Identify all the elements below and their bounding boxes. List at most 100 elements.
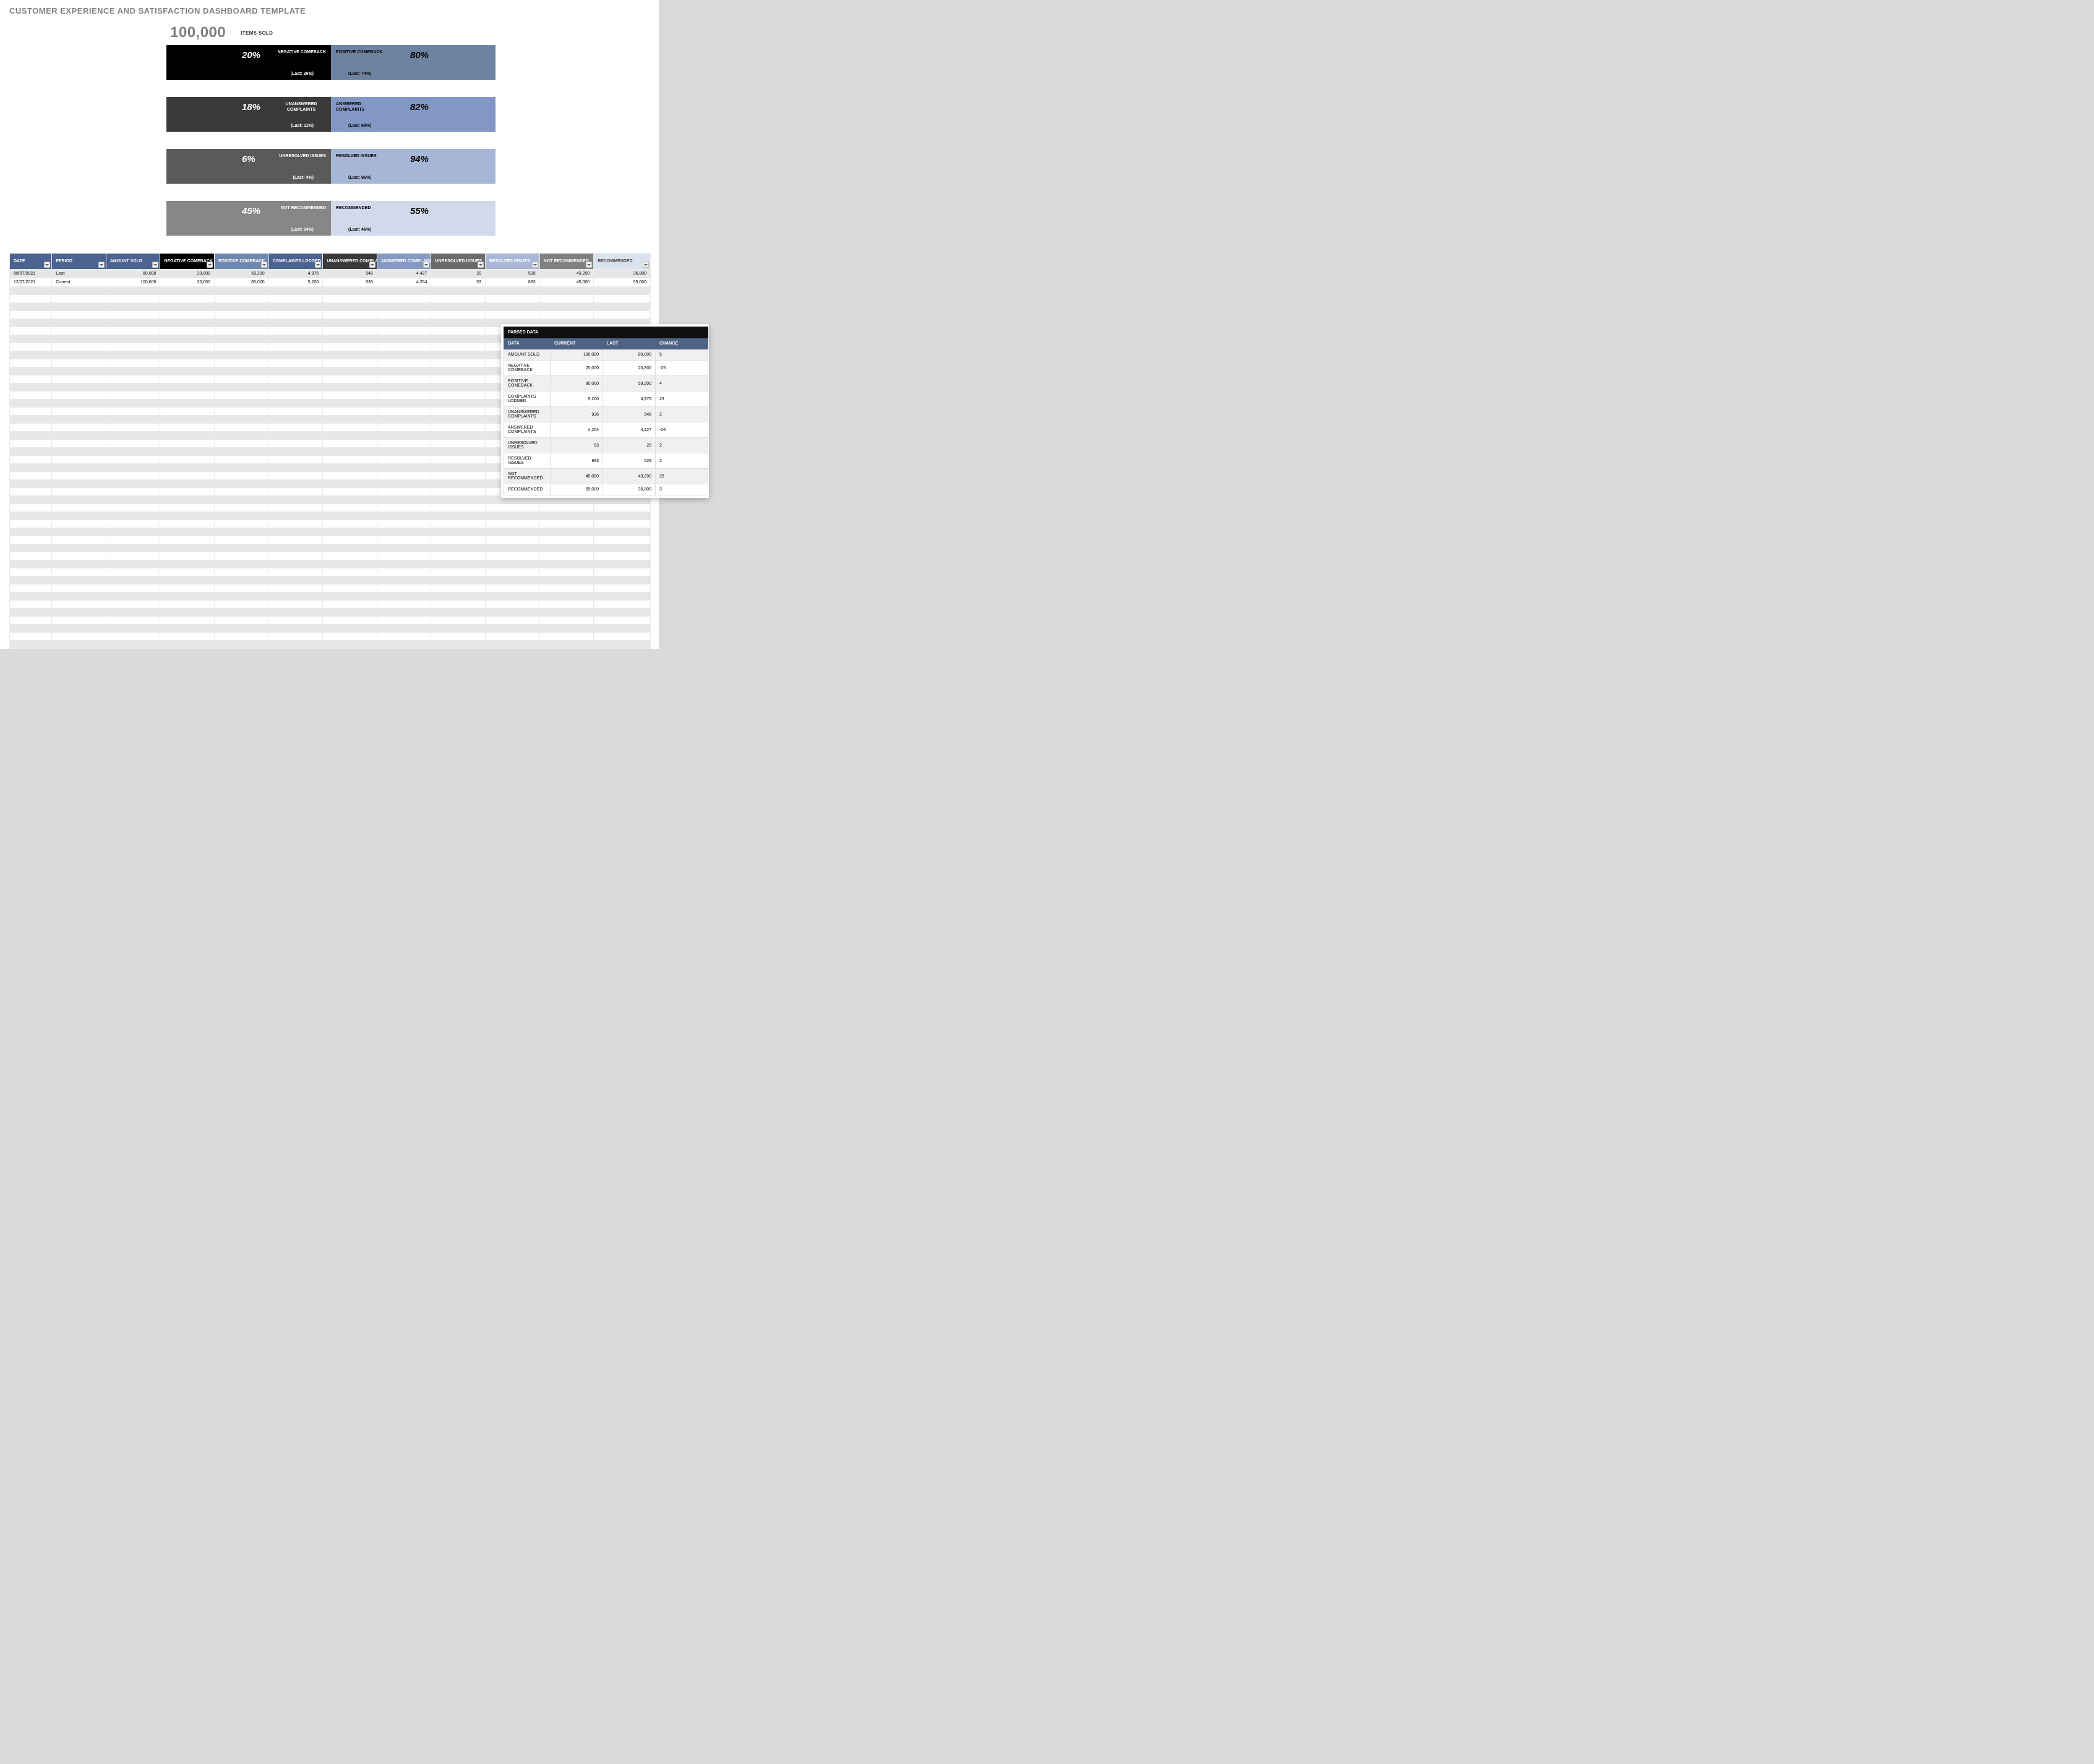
table-cell[interactable] (377, 488, 431, 496)
column-header[interactable]: DATE (10, 254, 52, 270)
table-cell[interactable] (160, 641, 215, 649)
table-cell[interactable] (377, 536, 431, 544)
table-row[interactable] (10, 593, 651, 601)
table-cell[interactable] (323, 343, 377, 351)
table-cell[interactable] (268, 432, 323, 440)
table-cell[interactable] (106, 359, 160, 367)
table-cell[interactable] (52, 536, 106, 544)
table-cell[interactable] (268, 335, 323, 343)
table-cell[interactable] (106, 383, 160, 392)
table-cell[interactable] (106, 641, 160, 649)
table-cell[interactable]: 936 (323, 278, 377, 287)
table-cell[interactable] (486, 641, 540, 649)
table-cell[interactable] (431, 584, 486, 593)
table-cell[interactable] (594, 625, 651, 633)
table-cell[interactable] (52, 528, 106, 536)
table-cell[interactable] (377, 440, 431, 448)
table-cell[interactable] (486, 287, 540, 295)
table-cell[interactable] (323, 400, 377, 408)
table-cell[interactable] (215, 576, 269, 584)
table-cell[interactable] (377, 295, 431, 303)
table-cell[interactable] (377, 392, 431, 400)
table-cell[interactable] (10, 496, 52, 504)
table-cell[interactable] (215, 400, 269, 408)
table-row[interactable] (10, 528, 651, 536)
table-cell[interactable] (323, 303, 377, 311)
table-cell[interactable] (323, 319, 377, 327)
table-cell[interactable] (52, 440, 106, 448)
table-cell[interactable] (106, 504, 160, 512)
table-cell[interactable] (268, 601, 323, 609)
table-cell[interactable] (431, 456, 486, 464)
table-cell[interactable] (539, 617, 594, 625)
table-cell[interactable] (52, 472, 106, 480)
table-cell[interactable] (323, 504, 377, 512)
table-cell[interactable] (106, 552, 160, 560)
table-cell[interactable] (160, 432, 215, 440)
table-cell[interactable] (431, 311, 486, 319)
table-cell[interactable] (431, 488, 486, 496)
table-cell[interactable] (431, 512, 486, 520)
table-cell[interactable] (160, 472, 215, 480)
table-cell[interactable] (160, 416, 215, 424)
table-cell[interactable] (431, 472, 486, 480)
table-cell[interactable] (215, 327, 269, 335)
table-cell[interactable] (160, 392, 215, 400)
table-cell[interactable] (323, 392, 377, 400)
table-cell[interactable] (268, 512, 323, 520)
table-cell[interactable] (215, 432, 269, 440)
table-cell[interactable] (215, 496, 269, 504)
table-cell[interactable] (215, 593, 269, 601)
table-cell[interactable] (486, 633, 540, 641)
table-cell[interactable] (106, 496, 160, 504)
table-cell[interactable] (539, 641, 594, 649)
table-row[interactable] (10, 303, 651, 311)
table-cell[interactable] (431, 641, 486, 649)
table-cell[interactable] (377, 512, 431, 520)
column-header[interactable]: RESOLVED ISSUES (486, 254, 540, 270)
table-cell[interactable] (431, 560, 486, 568)
table-cell[interactable] (268, 287, 323, 295)
table-cell[interactable] (377, 367, 431, 375)
table-cell[interactable] (486, 536, 540, 544)
table-cell[interactable] (268, 593, 323, 601)
table-cell[interactable] (10, 343, 52, 351)
table-cell[interactable] (323, 432, 377, 440)
table-row[interactable] (10, 633, 651, 641)
table-cell[interactable] (377, 416, 431, 424)
table-cell[interactable] (486, 617, 540, 625)
table-cell[interactable] (377, 633, 431, 641)
table-cell[interactable] (10, 383, 52, 392)
table-cell[interactable] (431, 544, 486, 552)
table-cell[interactable] (323, 601, 377, 609)
table-cell[interactable] (10, 552, 52, 560)
filter-icon[interactable] (152, 262, 158, 268)
table-cell[interactable] (52, 343, 106, 351)
column-header[interactable]: ANSWERED COMPLAINTS (377, 254, 431, 270)
table-cell[interactable] (539, 552, 594, 560)
table-cell[interactable] (160, 448, 215, 456)
column-header[interactable]: AMOUNT SOLD (106, 254, 160, 270)
table-cell[interactable] (486, 560, 540, 568)
table-cell[interactable] (431, 625, 486, 633)
table-cell[interactable] (215, 601, 269, 609)
table-cell[interactable] (431, 593, 486, 601)
table-cell[interactable] (215, 335, 269, 343)
table-cell[interactable] (486, 303, 540, 311)
table-cell[interactable] (268, 625, 323, 633)
table-cell[interactable] (268, 480, 323, 488)
table-row[interactable] (10, 641, 651, 649)
table-cell[interactable] (215, 633, 269, 641)
table-cell[interactable] (52, 584, 106, 593)
table-cell[interactable] (268, 311, 323, 319)
table-cell[interactable] (106, 400, 160, 408)
filter-icon[interactable] (261, 262, 267, 268)
table-cell[interactable] (160, 576, 215, 584)
table-cell[interactable] (377, 472, 431, 480)
table-cell[interactable] (215, 472, 269, 480)
table-cell[interactable] (10, 480, 52, 488)
table-cell[interactable] (52, 609, 106, 617)
table-cell[interactable] (10, 576, 52, 584)
table-cell[interactable] (594, 520, 651, 528)
table-row[interactable] (10, 560, 651, 568)
